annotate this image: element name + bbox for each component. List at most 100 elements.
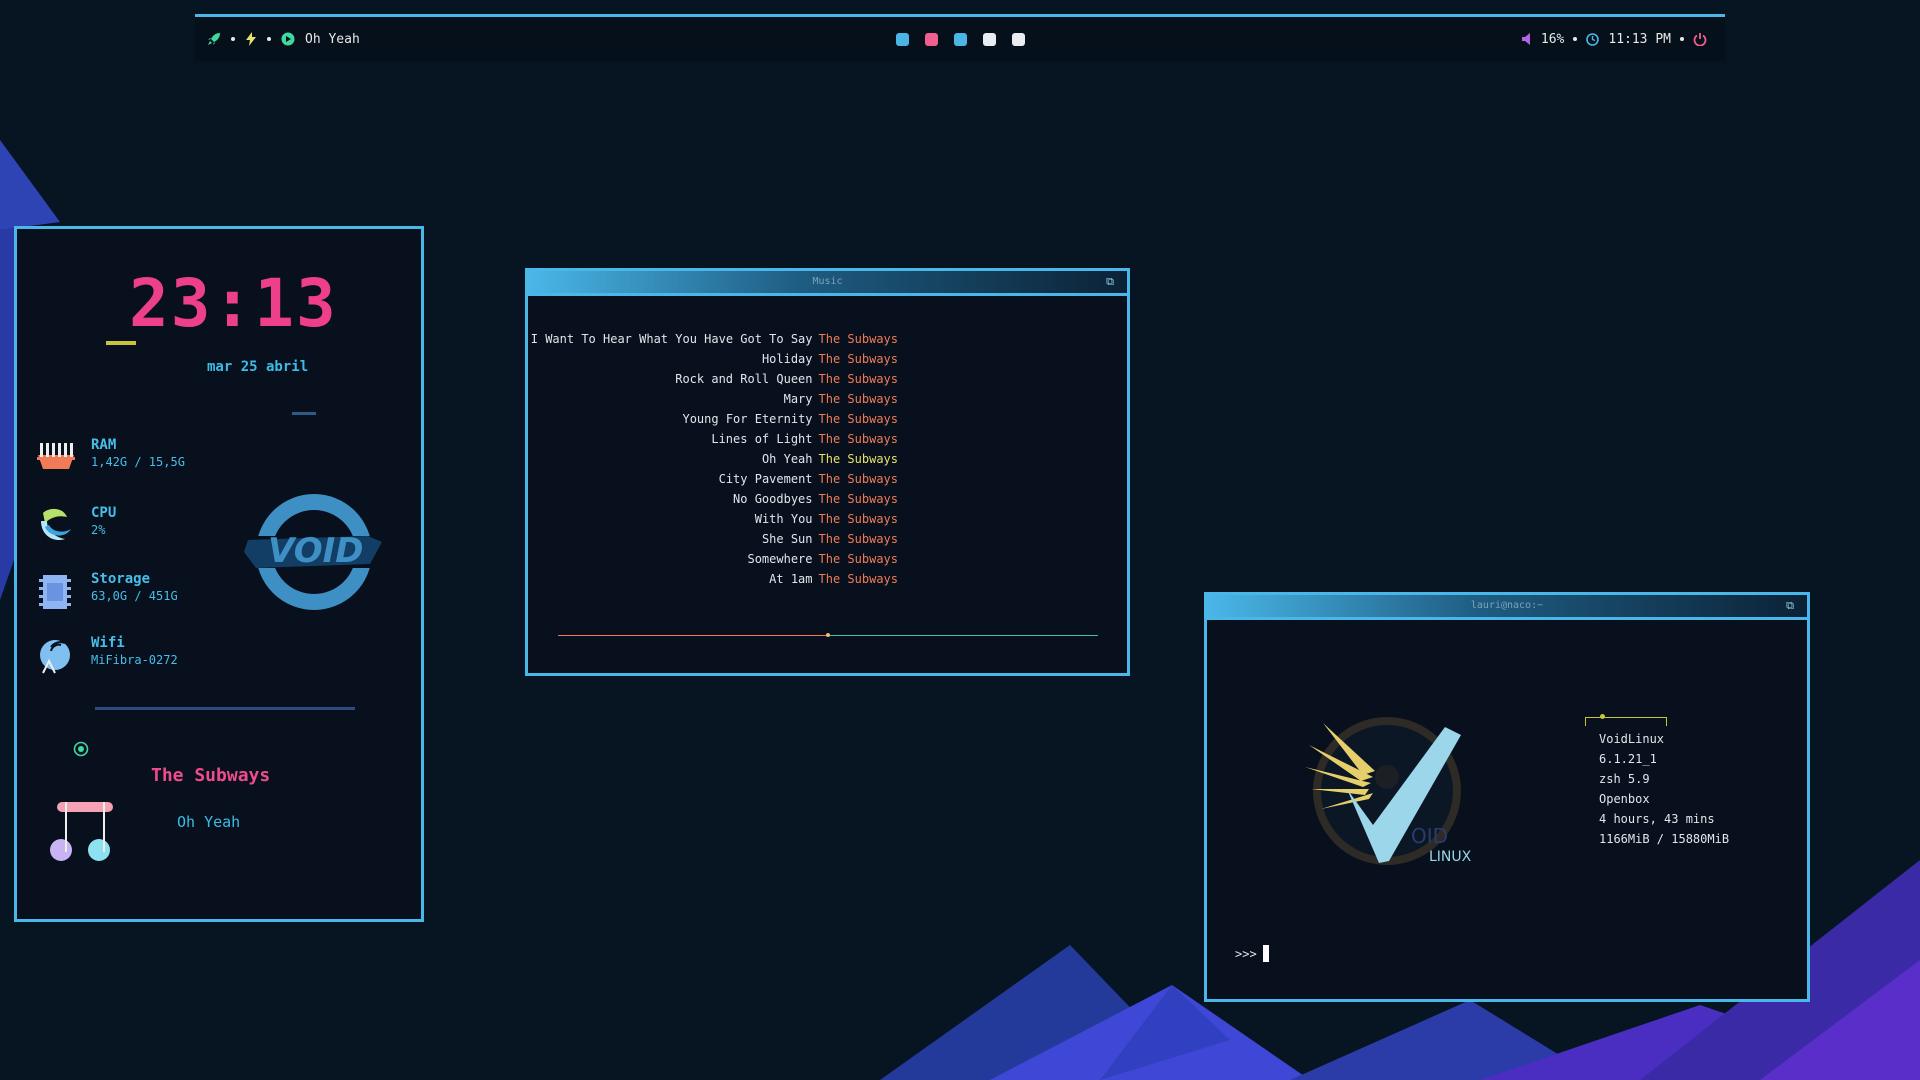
prompt-symbol: >>> [1235, 946, 1257, 961]
track-title: Somewhere [747, 552, 813, 566]
stat-cpu-text: CPU 2% [91, 505, 116, 538]
track-artist: The Subways [818, 472, 898, 486]
system-widget: 23:13 mar 25 abril RAM 1,42G / 15,5G CPU… [14, 226, 424, 922]
track-artist: The Subways [818, 532, 898, 546]
music-status-icon [73, 741, 89, 761]
ram-icon [35, 437, 77, 479]
speaker-icon[interactable] [1521, 33, 1532, 45]
stat-title: Storage [91, 571, 151, 587]
track-artist: The Subways [818, 352, 898, 366]
track-row[interactable]: At 1am The Subways [528, 569, 898, 589]
track-artist: The Subways [818, 432, 898, 446]
stat-title: Wifi [91, 635, 125, 651]
track-row[interactable]: She Sun The Subways [528, 529, 898, 549]
track-row[interactable]: Somewhere The Subways [528, 549, 898, 569]
workspace-switcher [195, 17, 1725, 61]
track-artist: The Subways [818, 512, 898, 526]
progress-knob[interactable] [826, 633, 830, 637]
window-titlebar[interactable]: Music ⧉ [528, 271, 1127, 296]
track-title: City Pavement [718, 472, 813, 486]
window-titlebar[interactable]: lauri@naco:~ ⧉ [1207, 595, 1807, 620]
workspace-1[interactable] [895, 32, 909, 46]
maximize-icon[interactable]: ⧉ [1783, 599, 1797, 613]
track-artist: The Subways [818, 372, 898, 386]
track-title: Lines of Light [711, 432, 813, 446]
clock-icon [1586, 32, 1600, 46]
track-artist: The Subways [818, 452, 898, 466]
stat-title: CPU [91, 505, 117, 521]
progress-remaining [828, 635, 1098, 636]
logo-text-void: OID [1411, 824, 1448, 848]
track-artist: The Subways [818, 332, 898, 346]
workspace-4[interactable] [982, 32, 996, 46]
track-row[interactable]: Lines of Light The Subways [528, 429, 898, 449]
fetch-info: VoidLinux 6.1.21_1 zsh 5.9 Openbox 4 hou… [1599, 729, 1729, 849]
widget-song: Oh Yeah [177, 813, 241, 831]
track-title: Oh Yeah [761, 452, 813, 466]
fetch-shell: zsh 5.9 [1599, 772, 1650, 786]
stat-ram: RAM 1,42G / 15,5G [35, 437, 185, 479]
track-row[interactable]: Rock and Roll Queen The Subways [528, 369, 898, 389]
maximize-icon[interactable]: ⧉ [1103, 275, 1117, 289]
stat-value: 2% [91, 523, 106, 537]
fetch-uptime: 4 hours, 43 mins [1599, 812, 1715, 826]
top-bar: Oh Yeah 16% 11:13 PM [195, 14, 1725, 61]
music-window: Music ⧉ I Want To Hear What You Have Got… [525, 268, 1130, 676]
wifi-icon [35, 635, 77, 677]
shell-prompt[interactable]: >>> [1235, 945, 1269, 962]
stat-ram-text: RAM 1,42G / 15,5G [91, 437, 185, 470]
workspace-3[interactable] [953, 32, 967, 46]
track-title: I Want To Hear What You Have Got To Say [530, 332, 813, 346]
terminal-window: lauri@naco:~ ⧉ OID LINUX VoidLinux 6.1.2… [1204, 592, 1810, 1002]
track-list: I Want To Hear What You Have Got To Say T… [528, 329, 898, 589]
cpu-icon [35, 505, 77, 547]
playback-progress[interactable] [558, 633, 1098, 637]
track-artist: The Subways [818, 492, 898, 506]
track-row[interactable]: With You The Subways [528, 509, 898, 529]
clock-underline [106, 341, 136, 345]
track-title: Young For Eternity [682, 412, 813, 426]
fetch-dot [1600, 714, 1605, 719]
track-title: At 1am [769, 572, 813, 586]
track-title: Rock and Roll Queen [675, 372, 813, 386]
fetch-os: VoidLinux [1599, 732, 1665, 746]
workspace-2[interactable] [924, 32, 938, 46]
track-row[interactable]: City Pavement The Subways [528, 469, 898, 489]
fetch-wm: Openbox [1599, 792, 1650, 806]
track-artist: The Subways [818, 552, 898, 566]
text-cursor [1262, 945, 1269, 962]
section-divider [95, 707, 355, 710]
stat-wifi-text: Wifi MiFibra-0272 [91, 635, 178, 668]
track-row[interactable]: Oh Yeah The Subways [528, 449, 898, 469]
track-title: With You [754, 512, 813, 526]
clock-time[interactable]: 11:13 PM [1608, 32, 1671, 47]
separator-dot [1680, 37, 1684, 41]
logo-text-linux: LINUX [1429, 849, 1472, 865]
track-row[interactable]: Young For Eternity The Subways [528, 409, 898, 429]
widget-clock: 23:13 [129, 265, 338, 342]
fetch-frame [1585, 717, 1667, 726]
storage-icon [35, 571, 77, 613]
track-artist: The Subways [818, 392, 898, 406]
track-row[interactable]: Holiday The Subways [528, 349, 898, 369]
voidlinux-logo-icon: OID LINUX [1305, 717, 1472, 865]
stat-storage: Storage 63,0G / 451G [35, 571, 178, 613]
window-title: lauri@naco:~ [1470, 600, 1544, 611]
workspace-5[interactable] [1011, 32, 1025, 46]
track-row[interactable]: No Goodbyes The Subways [528, 489, 898, 509]
decor-bar [292, 412, 316, 415]
track-title: Holiday [761, 352, 813, 366]
track-artist: The Subways [818, 412, 898, 426]
track-row[interactable]: Mary The Subways [528, 389, 898, 409]
stat-value: MiFibra-0272 [91, 653, 178, 667]
stat-wifi: Wifi MiFibra-0272 [35, 635, 178, 677]
volume-level[interactable]: 16% [1541, 32, 1564, 47]
stat-cpu: CPU 2% [35, 505, 116, 547]
track-title: No Goodbyes [733, 492, 813, 506]
widget-date: mar 25 abril [207, 359, 309, 375]
power-icon[interactable] [1693, 32, 1707, 46]
track-row[interactable]: I Want To Hear What You Have Got To Say T… [528, 329, 898, 349]
svg-text:VOID: VOID [268, 531, 364, 571]
separator-dot [1573, 37, 1578, 41]
stat-value: 1,42G / 15,5G [91, 455, 185, 469]
